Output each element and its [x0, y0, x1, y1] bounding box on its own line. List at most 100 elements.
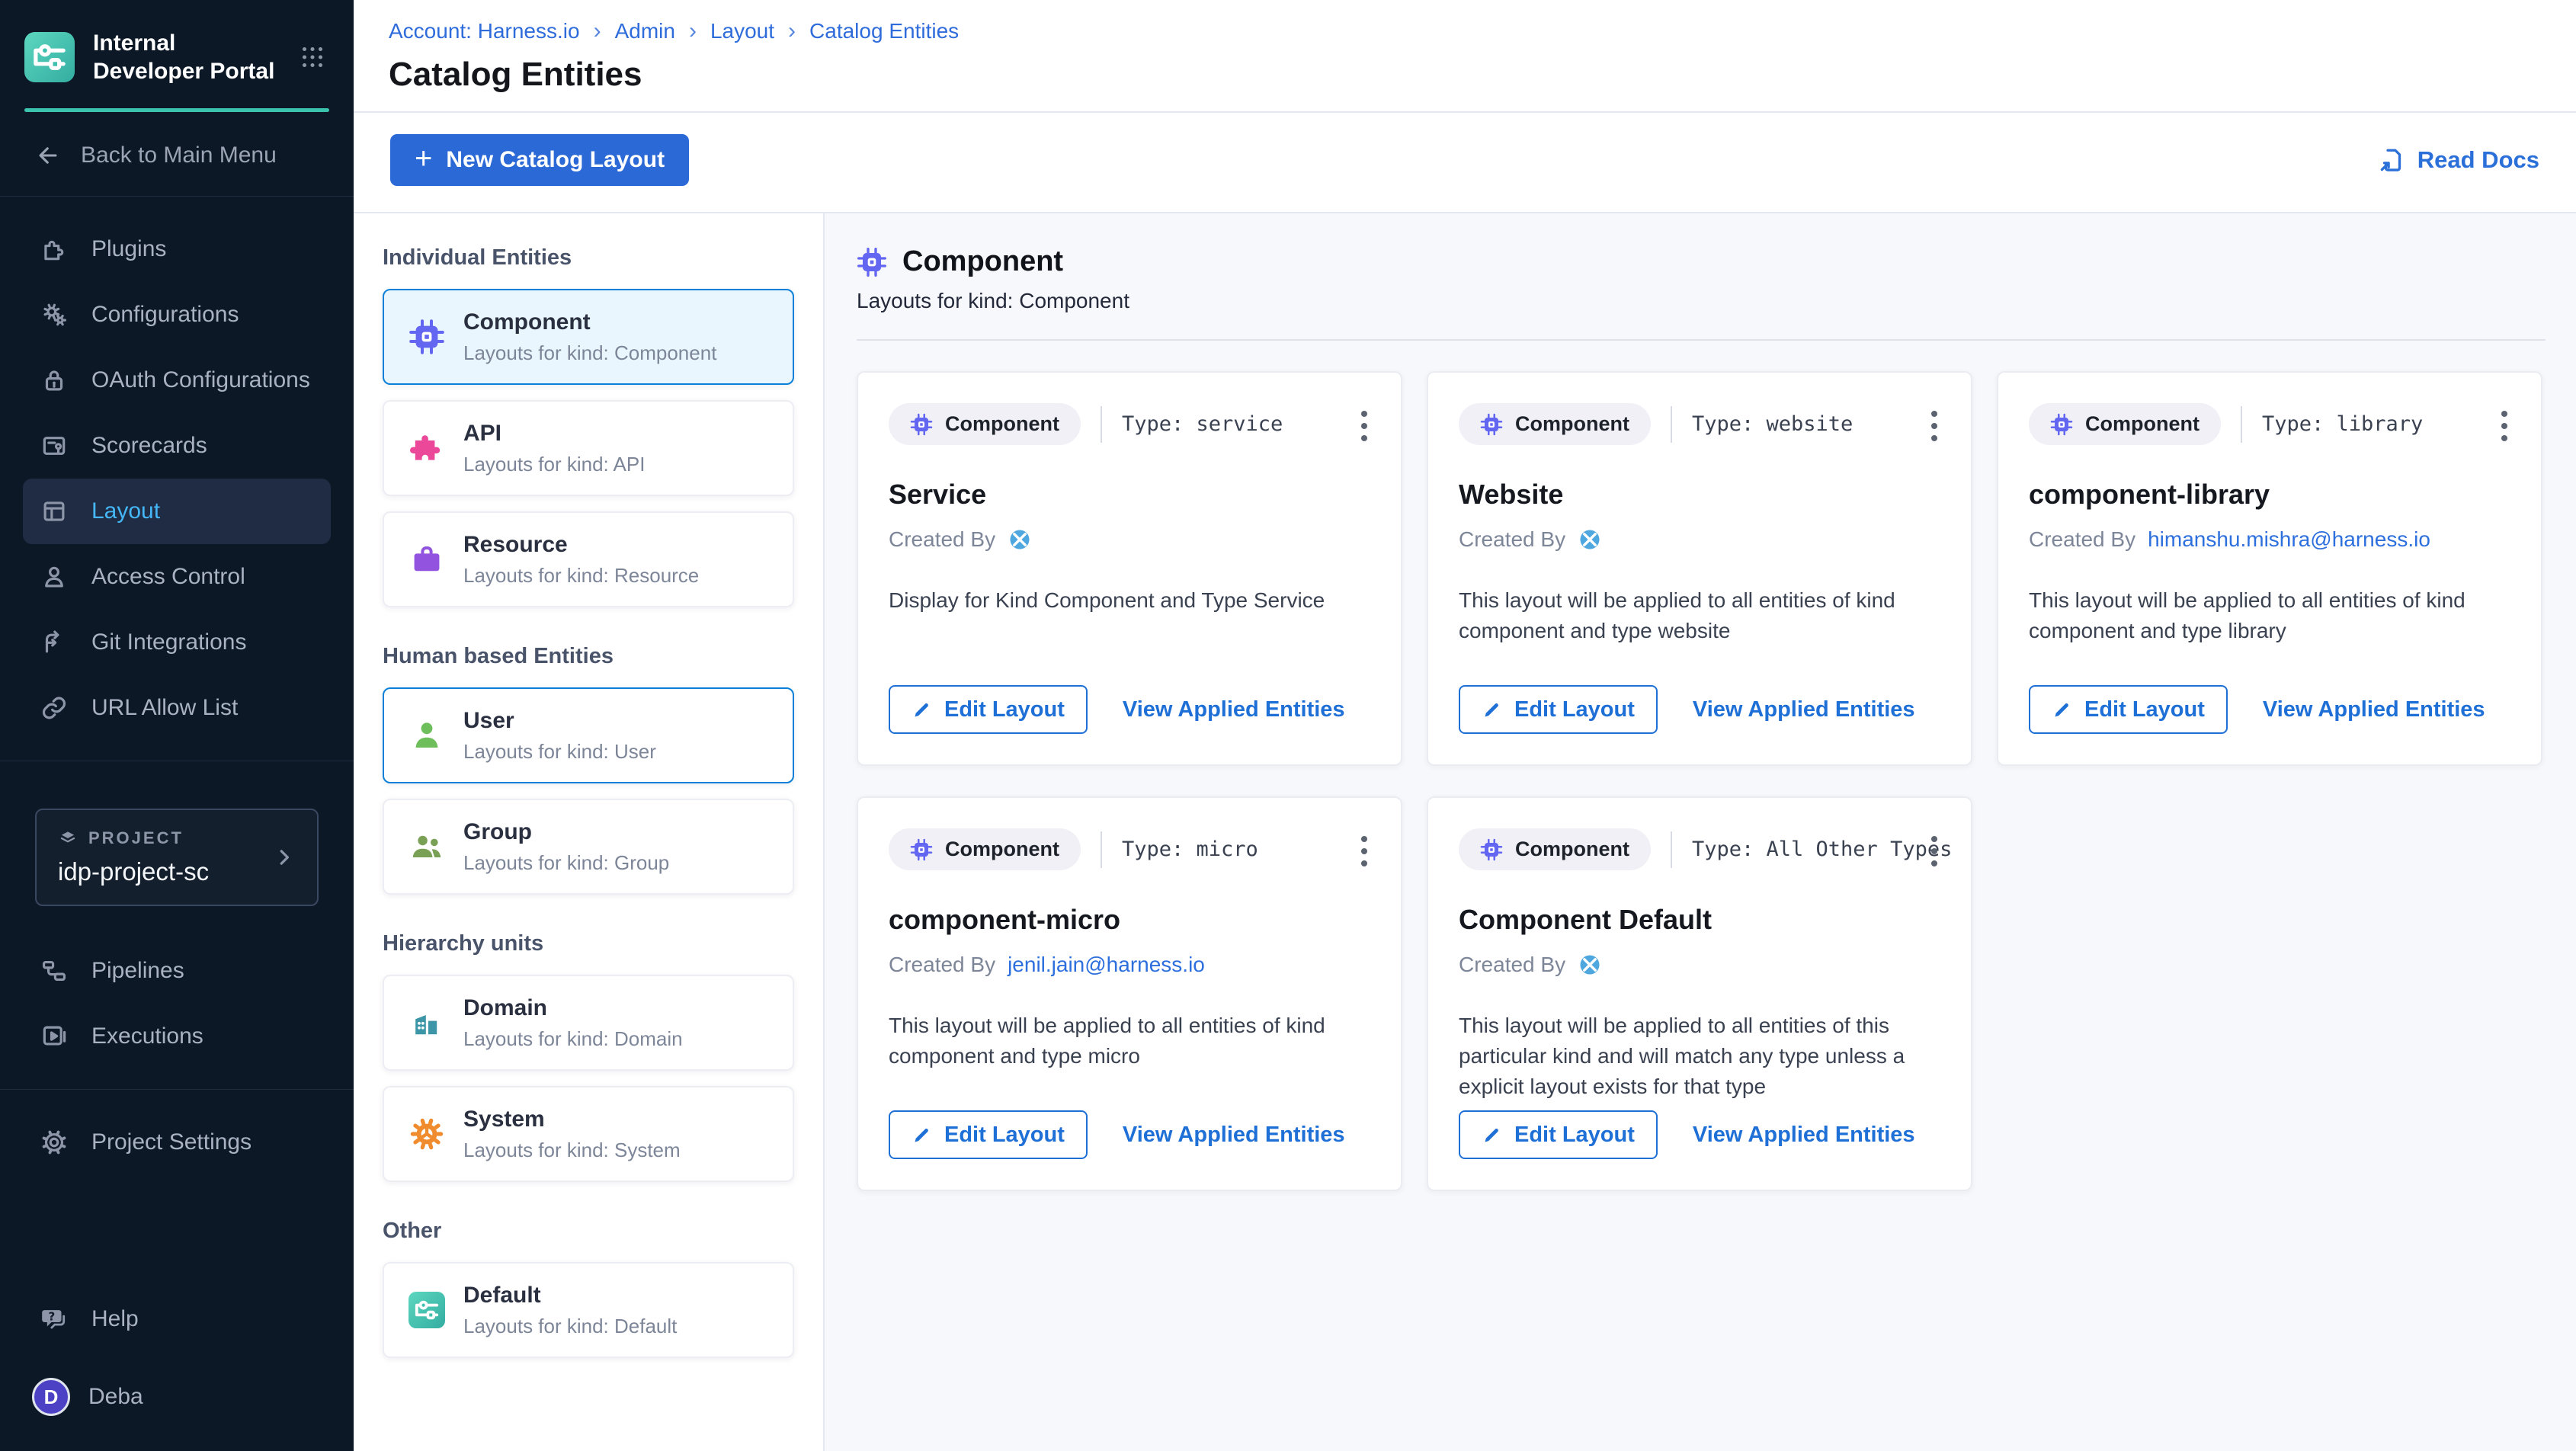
sidebar-item-oauth-configurations[interactable]: OAuth Configurations [0, 348, 354, 413]
kebab-menu-icon[interactable] [1927, 406, 1942, 446]
entity-kind-domain[interactable]: Domain Layouts for kind: Domain [383, 975, 794, 1071]
edit-layout-button[interactable]: Edit Layout [1459, 685, 1658, 734]
toolbar: + New Catalog Layout Read Docs [354, 113, 2576, 212]
breadcrumb-separator: › [689, 18, 697, 44]
app-switcher-icon[interactable] [299, 43, 326, 71]
sidebar-footer: ? Help D Deba [0, 1286, 354, 1451]
pencil-icon [1482, 700, 1502, 720]
edit-layout-button[interactable]: Edit Layout [1459, 1110, 1658, 1159]
user-menu[interactable]: D Deba [0, 1352, 354, 1431]
entity-kind-text: API Layouts for kind: API [463, 421, 645, 476]
edit-layout-button[interactable]: Edit Layout [2029, 685, 2228, 734]
edit-layout-button[interactable]: Edit Layout [889, 685, 1088, 734]
sidebar-item-label: OAuth Configurations [91, 367, 310, 393]
pencil-icon [2052, 700, 2072, 720]
kind-badge: Component [1459, 828, 1651, 870]
entity-kind-description: Layouts for kind: Resource [463, 564, 699, 588]
chip-icon [409, 319, 445, 355]
breadcrumb-link-admin[interactable]: Admin [615, 19, 675, 43]
card-badge-row: Component Type: service [889, 403, 1370, 445]
git-icon [38, 628, 70, 657]
sidebar-item-layout[interactable]: Layout [23, 479, 331, 544]
project-selector[interactable]: PROJECT idp-project-sc [35, 809, 319, 906]
layout-icon [38, 497, 70, 526]
section-label-individual-entities: Individual Entities [383, 245, 794, 271]
creator-email-link[interactable]: himanshu.mishra@harness.io [2148, 527, 2430, 552]
view-applied-entities-link[interactable]: View Applied Entities [1693, 1123, 1915, 1148]
api-puzzle-icon [409, 430, 445, 466]
kind-badge-label: Component [2085, 412, 2200, 436]
layout-cards-grid: Component Type: service Service Created … [857, 341, 2546, 1191]
entity-kind-default[interactable]: Default Layouts for kind: Default [383, 1262, 794, 1358]
sidebar-item-pipelines[interactable]: Pipelines [0, 938, 354, 1004]
entity-kind-name: Component [463, 309, 716, 335]
sidebar-item-scorecards[interactable]: Scorecards [0, 413, 354, 479]
sidebar-item-executions[interactable]: Executions [0, 1004, 354, 1069]
sidebar-item-label: Scorecards [91, 433, 207, 459]
kind-badge: Component [889, 403, 1081, 445]
entity-kind-text: Resource Layouts for kind: Resource [463, 532, 699, 588]
type-label: Type: website [1671, 406, 1853, 443]
divider [0, 1089, 354, 1090]
sidebar-item-project-settings[interactable]: Project Settings [0, 1110, 354, 1175]
sidebar-item-git-integrations[interactable]: Git Integrations [0, 610, 354, 675]
new-catalog-layout-label: New Catalog Layout [446, 147, 665, 173]
entity-kind-text: Default Layouts for kind: Default [463, 1283, 677, 1338]
entity-kind-name: Domain [463, 995, 683, 1021]
project-info: PROJECT idp-project-sc [58, 828, 273, 886]
view-applied-entities-link[interactable]: View Applied Entities [1123, 697, 1345, 722]
created-by-row: Created By [1459, 953, 1940, 977]
kind-header: Component [857, 245, 2546, 278]
kebab-menu-icon[interactable] [2497, 406, 2512, 446]
kind-badge: Component [2029, 403, 2221, 445]
card-badge-row: Component Type: All Other Types [1459, 828, 1940, 870]
view-applied-entities-link[interactable]: View Applied Entities [1693, 697, 1915, 722]
component-chip-icon [857, 247, 887, 277]
entity-kind-resource[interactable]: Resource Layouts for kind: Resource [383, 511, 794, 607]
entity-kind-api[interactable]: API Layouts for kind: API [383, 400, 794, 496]
layout-title: Component Default [1459, 904, 1940, 936]
kind-detail-panel: Component Layouts for kind: Component Co… [823, 213, 2576, 1451]
executions-icon [38, 1022, 70, 1051]
document-arrow-icon [2378, 146, 2405, 174]
read-docs-link[interactable]: Read Docs [2378, 146, 2539, 174]
breadcrumb-link-account-harness-io[interactable]: Account: Harness.io [389, 19, 580, 43]
kind-title: Component [902, 245, 1063, 278]
kebab-menu-icon[interactable] [1357, 406, 1372, 446]
layout-card-component-library: Component Type: library component-librar… [1997, 371, 2542, 766]
creator-email-link[interactable]: jenil.jain@harness.io [1008, 953, 1205, 977]
system-gear-icon [409, 1116, 445, 1152]
layout-description: This layout will be applied to all entit… [889, 1011, 1370, 1071]
back-to-main-menu[interactable]: Back to Main Menu [0, 112, 354, 197]
type-label: Type: library [2241, 406, 2423, 443]
entity-kind-system[interactable]: System Layouts for kind: System [383, 1086, 794, 1182]
harness-logo-icon [1578, 527, 1602, 552]
sidebar-item-url-allow-list[interactable]: URL Allow List [0, 675, 354, 741]
project-menu: Pipelines Executions [0, 938, 354, 1069]
kebab-menu-icon[interactable] [1927, 831, 1942, 871]
link-icon [38, 693, 70, 722]
help-button[interactable]: ? Help [0, 1286, 354, 1352]
entity-kind-user[interactable]: User Layouts for kind: User [383, 687, 794, 783]
sidebar-item-label: Executions [91, 1023, 203, 1049]
page-header: Account: Harness.io›Admin›Layout›Catalog… [354, 0, 2576, 111]
sidebar-item-plugins[interactable]: Plugins [0, 216, 354, 282]
sidebar-item-access-control[interactable]: Access Control [0, 544, 354, 610]
entity-kind-text: Domain Layouts for kind: Domain [463, 995, 683, 1051]
layout-title: Service [889, 479, 1370, 511]
sidebar-item-configurations[interactable]: Configurations [0, 282, 354, 348]
arrow-left-icon [35, 143, 61, 168]
kebab-menu-icon[interactable] [1357, 831, 1372, 871]
layout-description: This layout will be applied to all entit… [1459, 1011, 1940, 1102]
view-applied-entities-link[interactable]: View Applied Entities [2263, 697, 2485, 722]
edit-layout-button[interactable]: Edit Layout [889, 1110, 1088, 1159]
breadcrumb-link-layout[interactable]: Layout [710, 19, 774, 43]
domain-buildings-icon [409, 1004, 445, 1041]
sidebar-item-label: Git Integrations [91, 629, 246, 655]
breadcrumb-link-catalog-entities[interactable]: Catalog Entities [809, 19, 959, 43]
app-title: Internal Developer Portal [93, 29, 280, 85]
view-applied-entities-link[interactable]: View Applied Entities [1123, 1123, 1345, 1148]
entity-kind-component[interactable]: Component Layouts for kind: Component [383, 289, 794, 385]
entity-kind-group[interactable]: Group Layouts for kind: Group [383, 799, 794, 895]
new-catalog-layout-button[interactable]: + New Catalog Layout [390, 134, 689, 186]
